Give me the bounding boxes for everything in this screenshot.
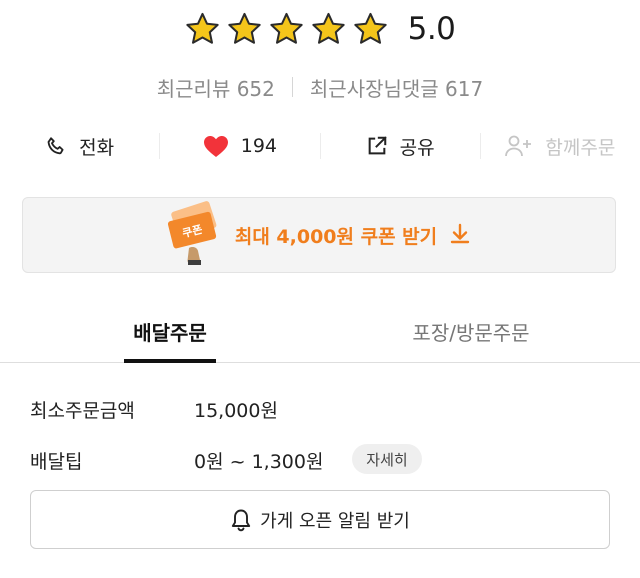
rating-row: 5.0	[0, 6, 640, 52]
star-icon	[311, 12, 346, 46]
divider	[291, 77, 293, 97]
group-order-label: 함께주문	[545, 136, 616, 159]
star-icon	[353, 12, 388, 46]
call-button[interactable]: 전화	[0, 122, 159, 170]
tip-detail-button[interactable]: 자세히	[352, 444, 422, 474]
action-bar: 전화 194 공유 함께주문	[0, 122, 640, 170]
star-icon	[269, 12, 304, 46]
order-type-tabs: 배달주문 포장/방문주문	[0, 300, 640, 363]
share-icon	[366, 135, 388, 157]
share-button[interactable]: 공유	[321, 122, 480, 170]
phone-icon	[45, 135, 67, 157]
delivery-tip-label: 배달팁	[30, 451, 83, 473]
min-order-value: 15,000원	[194, 400, 278, 422]
add-person-icon	[505, 135, 533, 157]
heart-icon	[203, 135, 229, 158]
min-order-label: 최소주문금액	[30, 400, 135, 422]
owner-comments-link[interactable]: 최근사장님댓글 617	[310, 73, 483, 102]
tab-pickup[interactable]: 포장/방문주문	[398, 300, 544, 362]
star-rating	[185, 12, 388, 46]
rating-value: 5.0	[407, 11, 456, 47]
like-button[interactable]: 194	[160, 122, 319, 170]
share-label: 공유	[399, 136, 435, 159]
coupon-label: 최대 4,000원 쿠폰 받기	[234, 225, 438, 248]
call-label: 전화	[79, 136, 115, 159]
tab-delivery[interactable]: 배달주문	[124, 300, 216, 363]
recent-reviews-link[interactable]: 최근리뷰 652	[157, 73, 275, 102]
delivery-tip-value: 0원 ~ 1,300원	[194, 451, 324, 473]
star-icon	[227, 12, 262, 46]
group-order-button[interactable]: 함께주문	[481, 122, 640, 170]
open-notification-label: 가게 오픈 알림 받기	[260, 510, 410, 532]
star-icon	[185, 12, 220, 46]
open-notification-button[interactable]: 가게 오픈 알림 받기	[30, 490, 610, 549]
like-count: 194	[240, 135, 277, 157]
review-summary: 최근리뷰 652 최근사장님댓글 617	[0, 70, 640, 104]
coupon-ticket-icon: 쿠폰	[167, 200, 223, 270]
coupon-banner[interactable]: 쿠폰 최대 4,000원 쿠폰 받기	[22, 197, 616, 273]
bell-icon	[230, 508, 252, 532]
download-arrow-icon	[449, 222, 471, 248]
